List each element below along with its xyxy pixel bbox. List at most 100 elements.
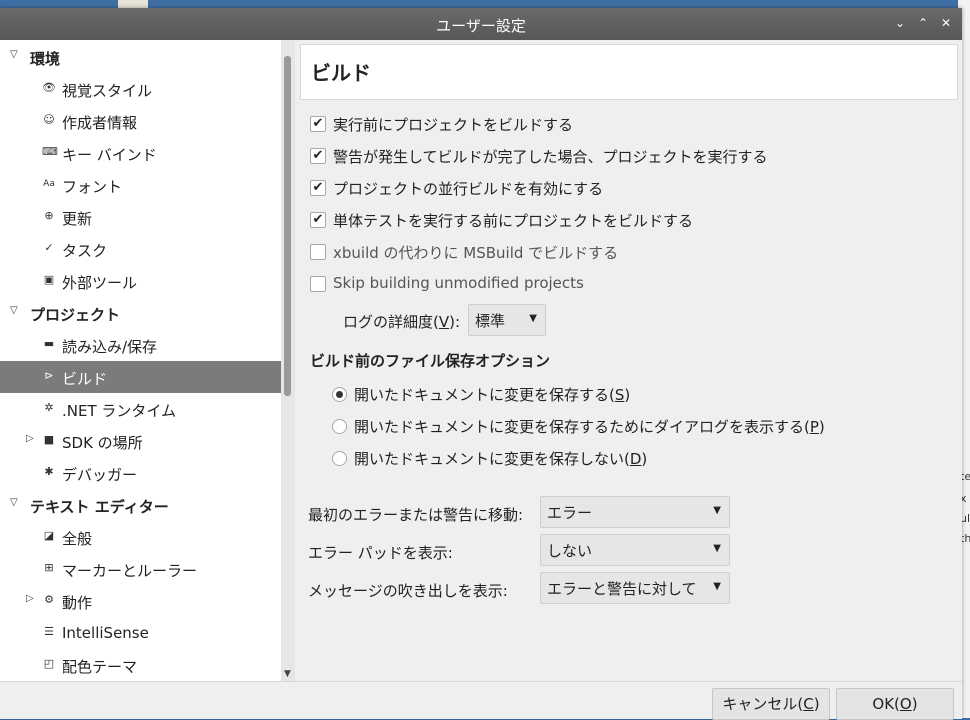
tree-category-environment[interactable]: ▽ 環境 bbox=[0, 41, 281, 73]
checkbox-label: プロジェクトの並行ビルドを有効にする bbox=[333, 180, 604, 198]
dialog-button-bar: キャンセル(C) OK(O) bbox=[0, 681, 962, 720]
checkbox[interactable]: ✔ bbox=[310, 180, 326, 196]
tree-item-color-theme[interactable]: ◰ 配色テーマ bbox=[0, 649, 281, 681]
theme-icon: ◰ bbox=[43, 657, 55, 670]
scrollbar-thumb[interactable] bbox=[284, 56, 291, 396]
expand-arrow-icon[interactable]: ▷ bbox=[26, 593, 34, 604]
scroll-down-icon[interactable]: ▼ bbox=[284, 669, 291, 679]
checkbox-label: Skip building unmodified projects bbox=[333, 274, 584, 292]
tree-item-dotnet-runtime[interactable]: ✲ .NET ランタイム bbox=[0, 393, 281, 425]
minimize-button[interactable]: ⌄ bbox=[892, 15, 908, 31]
tree-label: デバッガー bbox=[62, 466, 138, 484]
maximize-button[interactable]: ⌃ bbox=[915, 15, 931, 31]
tree-label: 動作 bbox=[62, 594, 93, 612]
radio-button[interactable] bbox=[332, 387, 347, 402]
panel-header: ビルド bbox=[300, 44, 958, 100]
collapse-arrow-icon[interactable]: ▽ bbox=[10, 49, 18, 60]
tree-label: SDK の場所 bbox=[62, 434, 143, 452]
save-options-heading: ビルド前のファイル保存オプション bbox=[310, 352, 551, 370]
behavior-icon: ⚙ bbox=[44, 593, 54, 606]
chevron-down-icon: ▼ bbox=[713, 543, 721, 554]
show-message-bubbles-label: メッセージの吹き出しを表示: bbox=[308, 582, 508, 600]
tree-item-fonts[interactable]: Aa フォント bbox=[0, 169, 281, 201]
tree-label: プロジェクト bbox=[30, 306, 121, 324]
select-value: エラー bbox=[547, 504, 593, 522]
smiley-icon: ☺ bbox=[43, 113, 55, 126]
radio-label: 開いたドキュメントに変更を保存するためにダイアログを表示する(P) bbox=[354, 418, 825, 436]
tree-label: 全般 bbox=[62, 530, 93, 548]
radio-label: 開いたドキュメントに変更を保存する(S) bbox=[354, 386, 631, 404]
tree-item-key-bindings[interactable]: ⌨ キー バインド bbox=[0, 137, 281, 169]
radio-button[interactable] bbox=[332, 419, 347, 434]
window-title: ユーザー設定 bbox=[436, 17, 526, 35]
tree-item-external-tools[interactable]: ▣ 外部ツール bbox=[0, 265, 281, 297]
tree-category-text-editor[interactable]: ▽ テキスト エディター bbox=[0, 489, 281, 521]
checkbox[interactable] bbox=[310, 276, 326, 292]
sidebar-scrollbar[interactable]: ▼ bbox=[281, 40, 295, 681]
checkbox[interactable]: ✔ bbox=[310, 148, 326, 164]
grid-icon: ⊞ bbox=[44, 561, 54, 574]
tree-item-build[interactable]: ⊳ ビルド bbox=[0, 361, 281, 393]
log-verbosity-select[interactable]: 標準 ▼ bbox=[468, 304, 546, 336]
chevron-down-icon: ▼ bbox=[529, 313, 537, 324]
update-icon: ⊕ bbox=[44, 209, 54, 222]
cancel-button[interactable]: キャンセル(C) bbox=[712, 688, 830, 720]
checkbox-label: xbuild の代わりに MSBuild でビルドする bbox=[333, 244, 619, 262]
collapse-arrow-icon[interactable]: ▽ bbox=[10, 497, 18, 508]
tree-label: 作成者情報 bbox=[62, 114, 138, 132]
terminal-icon: ▣ bbox=[43, 273, 55, 286]
jump-to-first-select[interactable]: エラー ▼ bbox=[540, 496, 730, 528]
tree-item-author-info[interactable]: ☺ 作成者情報 bbox=[0, 105, 281, 137]
collapse-arrow-icon[interactable]: ▽ bbox=[10, 305, 18, 316]
build-icon: ⊳ bbox=[44, 369, 54, 382]
tree-label: IntelliSense bbox=[62, 624, 149, 642]
title-bar[interactable]: ユーザー設定 ⌄ ⌃ ✕ bbox=[0, 8, 962, 40]
checkbox-label: 警告が発生してビルドが完了した場合、プロジェクトを実行する bbox=[333, 148, 768, 166]
tree-label: タスク bbox=[62, 242, 108, 260]
tree-item-visual-style[interactable]: 👁 視覚スタイル bbox=[0, 73, 281, 105]
log-verbosity-label: ログの詳細度(V): bbox=[343, 313, 461, 331]
tree-label: フォント bbox=[62, 178, 123, 196]
tree-item-sdk-locations[interactable]: ▷ ■ SDK の場所 bbox=[0, 425, 281, 457]
tree-label: テキスト エディター bbox=[30, 498, 169, 516]
preferences-dialog: ユーザー設定 ⌄ ⌃ ✕ ▽ 環境 👁 視覚スタイル ☺ 作成者情報 ⌨ キー … bbox=[0, 8, 962, 720]
ok-button[interactable]: OK(O) bbox=[836, 688, 954, 720]
select-value: しない bbox=[547, 542, 593, 560]
show-message-bubbles-select[interactable]: エラーと警告に対して ▼ bbox=[540, 572, 730, 604]
show-error-pad-select[interactable]: しない ▼ bbox=[540, 534, 730, 566]
checkbox[interactable] bbox=[310, 244, 326, 260]
tree-label: 視覚スタイル bbox=[62, 82, 153, 100]
tree-label: マーカーとルーラー bbox=[62, 562, 198, 580]
tree-item-behavior[interactable]: ▷ ⚙ 動作 bbox=[0, 585, 281, 617]
checkbox[interactable]: ✔ bbox=[310, 116, 326, 132]
tree-item-markers-rulers[interactable]: ⊞ マーカーとルーラー bbox=[0, 553, 281, 585]
tree-item-tasks[interactable]: ✓ タスク bbox=[0, 233, 281, 265]
checkbox[interactable]: ✔ bbox=[310, 212, 326, 228]
expand-arrow-icon[interactable]: ▷ bbox=[26, 433, 34, 444]
eye-icon: 👁 bbox=[42, 81, 56, 94]
tree-item-debugger[interactable]: ✱ デバッガー bbox=[0, 457, 281, 489]
gear-icon: ✲ bbox=[44, 401, 54, 414]
tree-item-load-save[interactable]: ▬ 読み込み/保存 bbox=[0, 329, 281, 361]
settings-panel: ビルド ✔ 実行前にプロジェクトをビルドする ✔ 警告が発生してビルドが完了した… bbox=[296, 40, 962, 681]
list-icon: ☰ bbox=[44, 625, 54, 638]
checkbox-label: 実行前にプロジェクトをビルドする bbox=[333, 116, 574, 134]
tree-category-projects[interactable]: ▽ プロジェクト bbox=[0, 297, 281, 329]
tree-label: 更新 bbox=[62, 210, 93, 228]
tree-label: 環境 bbox=[30, 50, 61, 68]
tree-label: 配色テーマ bbox=[62, 658, 138, 676]
radio-button[interactable] bbox=[332, 451, 347, 466]
tree-item-updates[interactable]: ⊕ 更新 bbox=[0, 201, 281, 233]
tree-label: 読み込み/保存 bbox=[62, 338, 158, 356]
tree-label: キー バインド bbox=[62, 146, 157, 164]
keyboard-icon: ⌨ bbox=[42, 145, 58, 158]
tree-item-general[interactable]: ◪ 全般 bbox=[0, 521, 281, 553]
tree-item-intellisense[interactable]: ☰ IntelliSense bbox=[0, 617, 281, 649]
close-button[interactable]: ✕ bbox=[938, 15, 954, 31]
chevron-down-icon: ▼ bbox=[713, 505, 721, 516]
settings-tree: ▽ 環境 👁 視覚スタイル ☺ 作成者情報 ⌨ キー バインド Aa フォント … bbox=[0, 40, 282, 681]
jump-to-first-label: 最初のエラーまたは警告に移動: bbox=[308, 506, 524, 524]
bug-icon: ✱ bbox=[44, 465, 54, 478]
folder-icon: ■ bbox=[43, 433, 55, 446]
tree-label: .NET ランタイム bbox=[62, 402, 177, 420]
